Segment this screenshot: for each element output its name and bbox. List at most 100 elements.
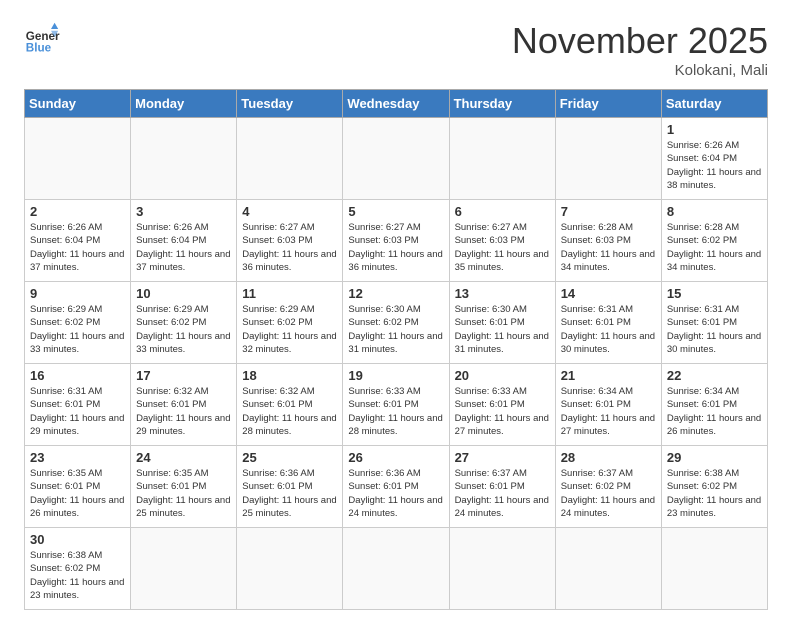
header: General Blue November 2025 Kolokani, Mal… (24, 20, 768, 79)
calendar-cell: 28 Sunrise: 6:37 AM Sunset: 6:02 PM Dayli… (555, 446, 661, 528)
week-row-3: 16Sunrise: 6:31 AM Sunset: 6:01 PM Dayli… (25, 364, 768, 446)
day-info: Sunrise: 6:32 AM Sunset: 6:01 PM Dayligh… (136, 385, 231, 438)
page: General Blue November 2025 Kolokani, Mal… (0, 0, 792, 630)
day-number: 3 (136, 204, 231, 219)
day-number: 12 (348, 286, 443, 301)
day-number: 19 (348, 368, 443, 383)
day-number: 29 (667, 450, 762, 465)
calendar-cell (343, 118, 449, 200)
day-info: Sunrise: 6:29 AM Sunset: 6:02 PM Dayligh… (242, 303, 337, 356)
calendar-cell (131, 118, 237, 200)
day-number: 1 (667, 122, 762, 137)
day-info: Sunrise: 6:37 AM Sunset: 6:02 PM Dayligh… (561, 467, 656, 520)
calendar-cell: 22 Sunrise: 6:34 AM Sunset: 6:01 PM Dayli… (661, 364, 767, 446)
day-number: 21 (561, 368, 656, 383)
day-info: Sunrise: 6:26 AM Sunset: 6:04 PM Dayligh… (136, 221, 231, 274)
day-info: Sunrise: 6:29 AM Sunset: 6:02 PM Dayligh… (30, 303, 125, 356)
calendar-cell (131, 528, 237, 610)
calendar-cell: 16Sunrise: 6:31 AM Sunset: 6:01 PM Dayli… (25, 364, 131, 446)
day-info: Sunrise: 6:34 AM Sunset: 6:01 PM Dayligh… (667, 385, 762, 438)
week-row-0: 1 Sunrise: 6:26 AM Sunset: 6:04 PM Daylig… (25, 118, 768, 200)
day-info: Sunrise: 6:26 AM Sunset: 6:04 PM Dayligh… (30, 221, 125, 274)
svg-text:Blue: Blue (26, 42, 52, 55)
day-info: Sunrise: 6:27 AM Sunset: 6:03 PM Dayligh… (242, 221, 337, 274)
calendar-cell: 17 Sunrise: 6:32 AM Sunset: 6:01 PM Dayli… (131, 364, 237, 446)
day-info: Sunrise: 6:36 AM Sunset: 6:01 PM Dayligh… (348, 467, 443, 520)
day-info: Sunrise: 6:35 AM Sunset: 6:01 PM Dayligh… (136, 467, 231, 520)
day-info: Sunrise: 6:28 AM Sunset: 6:02 PM Dayligh… (667, 221, 762, 274)
calendar: SundayMondayTuesdayWednesdayThursdayFrid… (24, 89, 768, 610)
day-info: Sunrise: 6:27 AM Sunset: 6:03 PM Dayligh… (455, 221, 550, 274)
logo-icon: General Blue (24, 20, 60, 56)
calendar-cell: 23Sunrise: 6:35 AM Sunset: 6:01 PM Dayli… (25, 446, 131, 528)
calendar-header-row: SundayMondayTuesdayWednesdayThursdayFrid… (25, 90, 768, 118)
day-info: Sunrise: 6:30 AM Sunset: 6:01 PM Dayligh… (455, 303, 550, 356)
day-number: 17 (136, 368, 231, 383)
day-number: 22 (667, 368, 762, 383)
calendar-cell: 14 Sunrise: 6:31 AM Sunset: 6:01 PM Dayli… (555, 282, 661, 364)
day-number: 20 (455, 368, 550, 383)
day-info: Sunrise: 6:35 AM Sunset: 6:01 PM Dayligh… (30, 467, 125, 520)
month-title: November 2025 (512, 20, 768, 62)
day-number: 7 (561, 204, 656, 219)
location: Kolokani, Mali (512, 62, 768, 79)
calendar-cell: 21 Sunrise: 6:34 AM Sunset: 6:01 PM Dayli… (555, 364, 661, 446)
calendar-cell (343, 528, 449, 610)
week-row-5: 30Sunrise: 6:38 AM Sunset: 6:02 PM Dayli… (25, 528, 768, 610)
day-info: Sunrise: 6:34 AM Sunset: 6:01 PM Dayligh… (561, 385, 656, 438)
calendar-cell (237, 118, 343, 200)
day-number: 18 (242, 368, 337, 383)
calendar-cell: 3 Sunrise: 6:26 AM Sunset: 6:04 PM Daylig… (131, 200, 237, 282)
day-info: Sunrise: 6:31 AM Sunset: 6:01 PM Dayligh… (667, 303, 762, 356)
calendar-cell: 24 Sunrise: 6:35 AM Sunset: 6:01 PM Dayli… (131, 446, 237, 528)
day-number: 28 (561, 450, 656, 465)
day-number: 25 (242, 450, 337, 465)
calendar-cell: 30Sunrise: 6:38 AM Sunset: 6:02 PM Dayli… (25, 528, 131, 610)
day-info: Sunrise: 6:27 AM Sunset: 6:03 PM Dayligh… (348, 221, 443, 274)
day-info: Sunrise: 6:26 AM Sunset: 6:04 PM Dayligh… (667, 139, 762, 192)
day-number: 2 (30, 204, 125, 219)
day-info: Sunrise: 6:28 AM Sunset: 6:03 PM Dayligh… (561, 221, 656, 274)
day-number: 27 (455, 450, 550, 465)
day-number: 26 (348, 450, 443, 465)
day-info: Sunrise: 6:32 AM Sunset: 6:01 PM Dayligh… (242, 385, 337, 438)
calendar-cell: 12 Sunrise: 6:30 AM Sunset: 6:02 PM Dayli… (343, 282, 449, 364)
calendar-cell: 29Sunrise: 6:38 AM Sunset: 6:02 PM Dayli… (661, 446, 767, 528)
calendar-cell: 7 Sunrise: 6:28 AM Sunset: 6:03 PM Daylig… (555, 200, 661, 282)
day-number: 4 (242, 204, 337, 219)
calendar-cell: 27 Sunrise: 6:37 AM Sunset: 6:01 PM Dayli… (449, 446, 555, 528)
day-number: 8 (667, 204, 762, 219)
day-info: Sunrise: 6:38 AM Sunset: 6:02 PM Dayligh… (30, 549, 125, 602)
calendar-cell: 26 Sunrise: 6:36 AM Sunset: 6:01 PM Dayli… (343, 446, 449, 528)
week-row-1: 2 Sunrise: 6:26 AM Sunset: 6:04 PM Daylig… (25, 200, 768, 282)
day-info: Sunrise: 6:33 AM Sunset: 6:01 PM Dayligh… (455, 385, 550, 438)
calendar-cell: 20 Sunrise: 6:33 AM Sunset: 6:01 PM Dayli… (449, 364, 555, 446)
calendar-cell (25, 118, 131, 200)
day-info: Sunrise: 6:31 AM Sunset: 6:01 PM Dayligh… (561, 303, 656, 356)
day-number: 14 (561, 286, 656, 301)
calendar-cell: 18 Sunrise: 6:32 AM Sunset: 6:01 PM Dayli… (237, 364, 343, 446)
calendar-cell: 11Sunrise: 6:29 AM Sunset: 6:02 PM Dayli… (237, 282, 343, 364)
day-number: 6 (455, 204, 550, 219)
calendar-cell: 19Sunrise: 6:33 AM Sunset: 6:01 PM Dayli… (343, 364, 449, 446)
day-header-saturday: Saturday (661, 90, 767, 118)
calendar-cell (237, 528, 343, 610)
day-info: Sunrise: 6:37 AM Sunset: 6:01 PM Dayligh… (455, 467, 550, 520)
day-header-tuesday: Tuesday (237, 90, 343, 118)
day-number: 5 (348, 204, 443, 219)
day-header-friday: Friday (555, 90, 661, 118)
day-info: Sunrise: 6:29 AM Sunset: 6:02 PM Dayligh… (136, 303, 231, 356)
day-header-wednesday: Wednesday (343, 90, 449, 118)
calendar-cell: 10 Sunrise: 6:29 AM Sunset: 6:02 PM Dayli… (131, 282, 237, 364)
day-number: 9 (30, 286, 125, 301)
day-number: 10 (136, 286, 231, 301)
calendar-cell: 1 Sunrise: 6:26 AM Sunset: 6:04 PM Daylig… (661, 118, 767, 200)
day-number: 15 (667, 286, 762, 301)
calendar-cell (661, 528, 767, 610)
day-number: 16 (30, 368, 125, 383)
day-number: 24 (136, 450, 231, 465)
calendar-cell (555, 528, 661, 610)
calendar-cell: 4 Sunrise: 6:27 AM Sunset: 6:03 PM Daylig… (237, 200, 343, 282)
day-info: Sunrise: 6:30 AM Sunset: 6:02 PM Dayligh… (348, 303, 443, 356)
calendar-cell: 8 Sunrise: 6:28 AM Sunset: 6:02 PM Daylig… (661, 200, 767, 282)
